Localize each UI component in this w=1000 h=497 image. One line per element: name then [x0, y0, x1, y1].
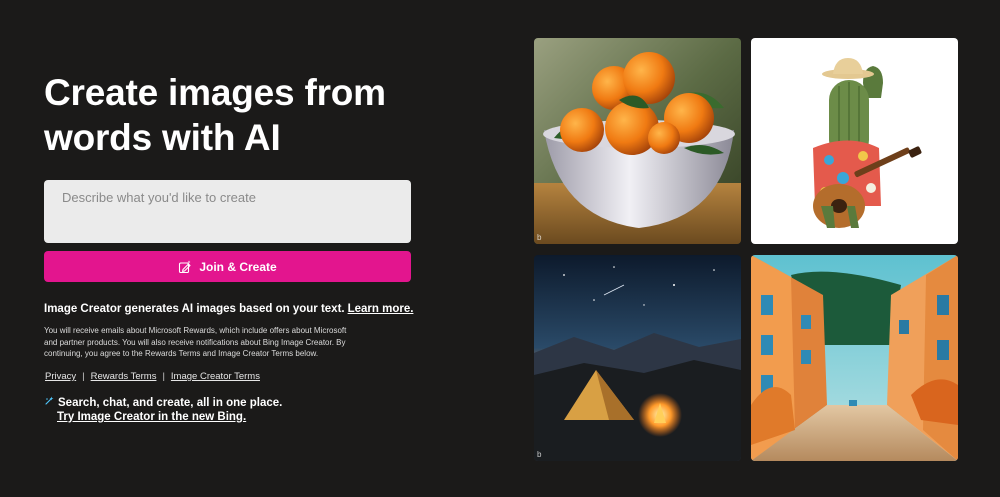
gallery-image-oranges[interactable]: b: [534, 38, 741, 244]
tile-badge: b: [537, 233, 542, 242]
footer-links: Privacy | Rewards Terms | Image Creator …: [45, 371, 260, 382]
gallery-image-tent[interactable]: b: [534, 255, 741, 461]
join-create-button[interactable]: Join & Create: [44, 251, 411, 282]
page-title-line-1: Create images from: [44, 72, 386, 113]
description: Image Creator generates AI images based …: [44, 303, 424, 315]
privacy-link[interactable]: Privacy: [45, 371, 76, 382]
fine-print: You will receive emails about Microsoft …: [44, 326, 347, 358]
image-creator-terms-link[interactable]: Image Creator Terms: [171, 371, 260, 382]
link-separator: |: [162, 371, 165, 382]
tile-badge: b: [537, 450, 542, 459]
prompt-input[interactable]: [44, 180, 411, 243]
gallery-image-street[interactable]: [751, 255, 958, 461]
promo: Search, chat, and create, all in one pla…: [44, 396, 344, 423]
page-title: Create images from words with AI: [44, 70, 424, 160]
promo-text: Search, chat, and create, all in one pla…: [58, 396, 283, 409]
rewards-terms-link[interactable]: Rewards Terms: [91, 371, 157, 382]
learn-more-link[interactable]: Learn more.: [348, 303, 414, 315]
page-title-line-2: words with AI: [44, 117, 281, 158]
link-separator: |: [82, 371, 85, 382]
edit-sparkle-icon: [178, 260, 192, 274]
description-text: Image Creator generates AI images based …: [44, 303, 345, 315]
gallery-image-cactus[interactable]: [751, 38, 958, 244]
try-image-creator-link[interactable]: Try Image Creator in the new Bing.: [57, 411, 344, 423]
join-create-label: Join & Create: [199, 259, 277, 274]
sparkle-icon: [44, 396, 58, 409]
